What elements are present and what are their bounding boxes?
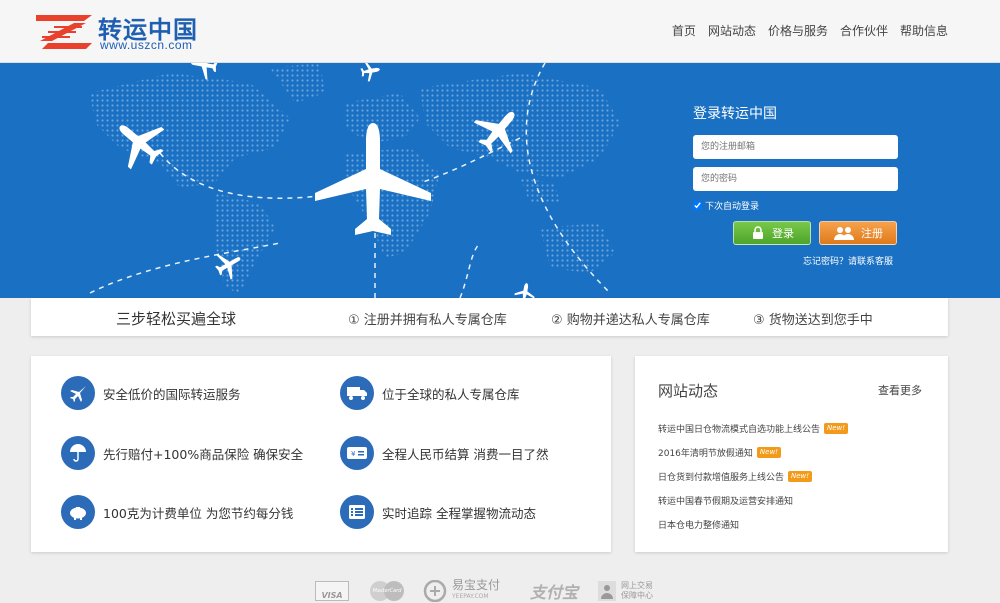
feature-text: 实时追踪 全程掌握物流动态 <box>382 505 536 521</box>
news-item[interactable]: 转运中国春节假期及运营安排通知 <box>658 488 848 512</box>
login-form: 登录转运中国 下次自动登录 登录 注册 忘记密码？请联系客服 <box>693 103 903 267</box>
news-item[interactable]: 2016年清明节放假通知 New! <box>658 440 848 464</box>
news-item[interactable]: 日仓货到付款增值服务上线公告 New! <box>658 464 848 488</box>
nav-pricing[interactable]: 价格与服务 <box>768 22 828 39</box>
feature-text: 100克为计费单位 为您节约每分钱 <box>103 505 294 521</box>
svg-text:¥: ¥ <box>351 450 356 458</box>
yeepay-url: YEEPAY.COM <box>452 592 489 600</box>
register-button-label: 注册 <box>861 227 883 240</box>
new-badge: New! <box>824 422 849 434</box>
mastercard-logo: MasterCard <box>368 578 406 603</box>
news-item-text: 转运中国日仓物流模式自选功能上线公告 <box>658 424 821 435</box>
truck-icon <box>340 376 374 410</box>
logo[interactable]: 转运中国 www.uszcn.com <box>34 10 234 54</box>
remember-checkbox[interactable] <box>693 201 702 210</box>
register-button[interactable]: 注册 <box>819 221 897 245</box>
forgot-password-link[interactable]: 忘记密码？请联系客服 <box>803 254 893 267</box>
remember-label: 下次自动登录 <box>705 202 760 212</box>
yeepay-logo: 易宝支付 YEEPAY.COM <box>422 578 522 603</box>
steps-bar: 三步轻松买遍全球 ① 注册并拥有私人专属仓库 ② 购物并递达私人专属仓库 ③ 货… <box>31 298 948 336</box>
password-field[interactable] <box>693 167 898 191</box>
rmb-card-icon: ¥ <box>340 436 374 470</box>
news-more-link[interactable]: 查看更多 <box>878 382 922 398</box>
header: 转运中国 www.uszcn.com 首页 网站动态 价格与服务 合作伙伴 帮助… <box>0 0 1000 63</box>
step-2: ② 购物并递达私人专属仓库 <box>551 313 710 328</box>
new-badge: New! <box>756 446 781 458</box>
umbrella-icon <box>61 436 95 470</box>
feature-text: 位于全球的私人专属仓库 <box>382 386 520 402</box>
news-item-text: 转运中国春节假期及运营安排通知 <box>658 496 794 507</box>
alipay-guarantee-logo: 网上交易 保障中心 <box>598 578 668 603</box>
news-panel: 网站动态 查看更多 转运中国日仓物流模式自选功能上线公告 New! 2016年清… <box>635 356 948 552</box>
news-item-text: 2016年清明节放假通知 <box>658 448 753 459</box>
news-item-text: 日本仓电力整修通知 <box>658 520 740 531</box>
feature-item: 位于全球的私人专属仓库 <box>340 376 520 410</box>
nav-partners[interactable]: 合作伙伴 <box>840 22 888 39</box>
news-list: 转运中国日仓物流模式自选功能上线公告 New! 2016年清明节放假通知 New… <box>658 416 849 536</box>
news-title: 网站动态 <box>658 382 719 400</box>
feature-text: 安全低价的国际转运服务 <box>103 386 241 402</box>
nav-home[interactable]: 首页 <box>672 22 696 39</box>
step-3: ③ 货物送达到您手中 <box>753 313 873 328</box>
login-button-label: 登录 <box>772 227 794 240</box>
login-title: 登录转运中国 <box>693 106 777 122</box>
person-icon <box>598 580 616 601</box>
feature-item: 先行赔付+100%商品保险 确保安全 <box>61 436 303 470</box>
feature-item: ¥ 全程人民币结算 消费一目了然 <box>340 436 548 470</box>
new-badge: New! <box>788 470 813 482</box>
alipay-text: 支付宝 <box>530 582 579 602</box>
nav-help[interactable]: 帮助信息 <box>900 22 948 39</box>
yeepay-icon <box>423 579 447 602</box>
guarantee-line2: 保障中心 <box>621 590 653 600</box>
feature-item: 实时追踪 全程掌握物流动态 <box>340 495 536 529</box>
email-field[interactable] <box>693 135 898 159</box>
remember-me[interactable]: 下次自动登录 <box>693 199 903 212</box>
login-lock-icon <box>753 226 763 239</box>
logo-url: www.uszcn.com <box>100 38 193 52</box>
feature-item: 安全低价的国际转运服务 <box>61 376 241 410</box>
feature-item: 100克为计费单位 为您节约每分钱 <box>61 495 293 529</box>
main-nav: 首页 网站动态 价格与服务 合作伙伴 帮助信息 <box>672 22 948 39</box>
feature-text: 先行赔付+100%商品保险 确保安全 <box>103 446 304 462</box>
logo-mark-icon <box>36 15 92 49</box>
news-item-text: 日仓货到付款增值服务上线公告 <box>658 472 785 483</box>
list-icon <box>340 495 374 529</box>
nav-news[interactable]: 网站动态 <box>708 22 756 39</box>
alipay-logo: 支付宝 <box>530 578 590 603</box>
yeepay-text: 易宝支付 <box>452 577 501 592</box>
mastercard-text: MasterCard <box>372 587 402 594</box>
step-1: ① 注册并拥有私人专属仓库 <box>348 313 507 328</box>
feature-text: 全程人民币结算 消费一目了然 <box>382 446 549 462</box>
login-actions: 登录 注册 <box>733 221 897 245</box>
mastercard-icon: MasterCard <box>368 580 406 602</box>
login-button[interactable]: 登录 <box>733 221 811 245</box>
steps-title: 三步轻松买遍全球 <box>116 310 237 328</box>
airplane-icon <box>61 376 95 410</box>
visa-logo: VISA <box>315 578 349 603</box>
features-panel: 安全低价的国际转运服务 位于全球的私人专属仓库 先行赔付+100%商品保险 确保… <box>31 356 611 552</box>
users-icon <box>834 227 854 240</box>
news-item[interactable]: 转运中国日仓物流模式自选功能上线公告 New! <box>658 416 849 440</box>
piggy-bank-icon <box>61 495 95 529</box>
visa-text: VISA <box>315 580 349 601</box>
news-item[interactable]: 日本仓电力整修通知 <box>658 512 848 536</box>
guarantee-line1: 网上交易 <box>621 580 653 590</box>
